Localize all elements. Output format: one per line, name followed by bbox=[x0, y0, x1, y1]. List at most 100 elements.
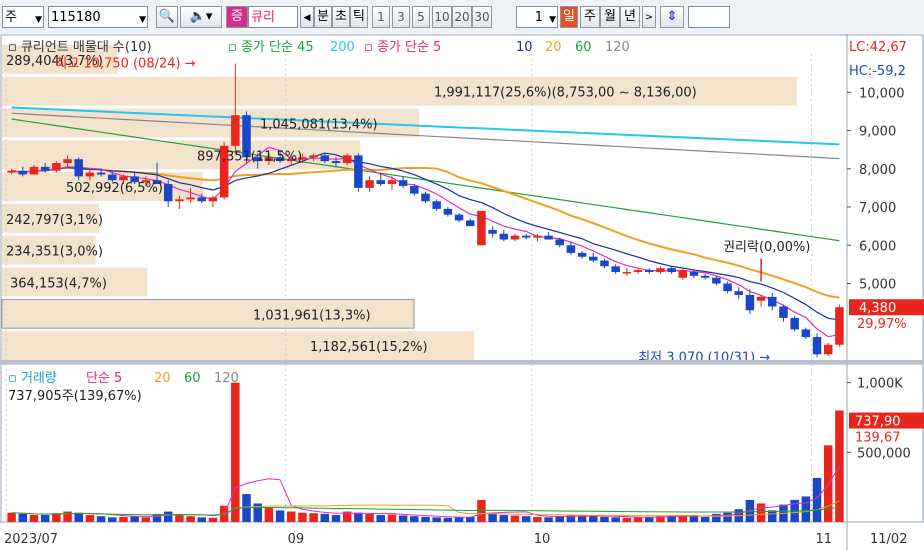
candle-body-9 bbox=[108, 174, 117, 181]
toolbar: 주 ▼ 115180 ▼ 🔍 🔈▾ 증 큐리 ◀ 분 초 틱 1 3 5 10 20… bbox=[0, 0, 924, 35]
candle-body-51 bbox=[577, 252, 587, 257]
stock-name-field[interactable]: 큐리 bbox=[248, 6, 298, 28]
candle-body-5 bbox=[63, 159, 72, 164]
volume-bar-45 bbox=[510, 515, 520, 522]
num-1[interactable]: 1 bbox=[372, 6, 390, 28]
candle-body-7 bbox=[85, 172, 95, 177]
candle-body-46 bbox=[521, 235, 531, 238]
price-tick-label-1: 9,000 bbox=[859, 125, 896, 140]
candle-body-3 bbox=[40, 166, 50, 171]
period-month[interactable]: 월 bbox=[600, 6, 620, 28]
stock-code-input[interactable]: 115180 ▼ bbox=[48, 6, 148, 28]
volume-bar-29 bbox=[331, 515, 341, 522]
volume-bar-73 bbox=[823, 445, 833, 522]
candle-body-39 bbox=[443, 208, 453, 215]
candle-body-1 bbox=[18, 170, 28, 175]
candle-body-37 bbox=[421, 193, 430, 202]
candle-body-20 bbox=[231, 115, 240, 146]
candle-body-63 bbox=[712, 277, 721, 284]
candle-body-41 bbox=[465, 220, 475, 227]
num-1-label: 1 bbox=[377, 10, 385, 24]
price-legend-ma-a: ▫ 종가 단순 45 bbox=[228, 40, 314, 55]
lc-label: LC:42,67 bbox=[849, 40, 907, 55]
candle-body-61 bbox=[689, 272, 699, 276]
candle-body-74 bbox=[835, 307, 844, 345]
panel-separator[interactable] bbox=[0, 360, 924, 364]
candle-body-67 bbox=[756, 296, 766, 301]
stock-code-value: 115180 bbox=[51, 10, 101, 25]
candle-body-36 bbox=[410, 185, 419, 194]
volume-bar-23 bbox=[264, 508, 274, 522]
num-20[interactable]: 20 bbox=[452, 6, 472, 28]
volume-bar-24 bbox=[275, 510, 285, 522]
candle-body-59 bbox=[667, 268, 676, 273]
volume-bar-20 bbox=[231, 382, 240, 522]
volume-bar-71 bbox=[801, 496, 811, 522]
volume-current-tag-pct: 139,67 bbox=[855, 431, 901, 446]
volume-current-label: 737,905주(139,67%) bbox=[8, 389, 142, 404]
volume-bar-64 bbox=[723, 512, 732, 522]
market-select[interactable]: 주 ▼ bbox=[2, 6, 44, 28]
high-annotation: 최고 10,750 (08/24) → bbox=[55, 57, 195, 72]
candle-body-58 bbox=[656, 268, 665, 273]
period-year[interactable]: 년 bbox=[620, 6, 640, 28]
profile-label-4: 502,992(6,5%) bbox=[66, 181, 163, 196]
candle-body-72 bbox=[812, 337, 822, 355]
candle-body-69 bbox=[779, 306, 788, 318]
prev-button[interactable]: ◀ bbox=[300, 6, 314, 28]
volume-bar-12 bbox=[141, 517, 151, 522]
period-tick[interactable]: 틱 bbox=[350, 6, 368, 28]
candle-body-53 bbox=[600, 260, 609, 267]
x-axis-label-4: 11/02 bbox=[870, 532, 907, 547]
volume-bar-36 bbox=[410, 516, 419, 522]
num-30[interactable]: 30 bbox=[472, 6, 492, 28]
candle-body-33 bbox=[376, 180, 386, 185]
price-tick-label-5: 5,000 bbox=[859, 278, 896, 293]
period-month-label: 월 bbox=[604, 9, 616, 24]
updown-button[interactable]: ⇕ bbox=[660, 6, 684, 28]
volume-bar-46 bbox=[521, 516, 531, 522]
period-day[interactable]: 일 bbox=[560, 6, 578, 28]
caret-left-icon: ◀ bbox=[303, 13, 311, 23]
count-select[interactable]: 1 ▼ bbox=[516, 6, 558, 28]
candle-body-31 bbox=[354, 155, 363, 188]
num-20-label: 20 bbox=[454, 10, 470, 24]
chevron-down-icon: ▼ bbox=[35, 15, 42, 25]
count-value: 1 bbox=[534, 10, 543, 25]
period-minute[interactable]: 분 bbox=[314, 6, 332, 28]
candle-body-73 bbox=[823, 344, 833, 355]
volume-bar-44 bbox=[499, 515, 509, 522]
candle-body-71 bbox=[801, 329, 811, 338]
volume-bar-54 bbox=[611, 517, 620, 522]
x-axis-label-3: 11 bbox=[815, 532, 832, 547]
num-10[interactable]: 10 bbox=[432, 6, 452, 28]
volume-bar-2 bbox=[29, 515, 39, 522]
volume-bar-61 bbox=[689, 516, 699, 522]
search-button[interactable]: 🔍 bbox=[156, 6, 178, 28]
candle-body-29 bbox=[331, 161, 341, 164]
badge-button[interactable]: 증 bbox=[226, 6, 248, 28]
rights-annotation: 권리락(0,00%) bbox=[723, 240, 810, 255]
next-button[interactable]: > bbox=[642, 6, 656, 28]
extra-input[interactable] bbox=[688, 6, 730, 28]
volume-bar-47 bbox=[533, 516, 542, 522]
speaker-button[interactable]: 🔈▾ bbox=[180, 6, 222, 28]
volume-bar-27 bbox=[309, 513, 318, 522]
candle-body-54 bbox=[611, 266, 620, 273]
candle-body-66 bbox=[745, 294, 755, 311]
profile-label-6: 234,351(3,0%) bbox=[6, 245, 103, 260]
volume-legend-title: ▫ 거래량 bbox=[8, 371, 57, 386]
volume-bar-28 bbox=[320, 513, 330, 522]
num-5[interactable]: 5 bbox=[412, 6, 430, 28]
num-3[interactable]: 3 bbox=[392, 6, 410, 28]
candle-body-30 bbox=[342, 155, 352, 164]
period-week[interactable]: 주 bbox=[580, 6, 600, 28]
price-legend-ma-b-1: 20 bbox=[545, 40, 562, 55]
candle-body-28 bbox=[320, 155, 330, 162]
volume-bar-38 bbox=[432, 517, 441, 522]
candle-body-18 bbox=[208, 197, 218, 202]
candle-body-47 bbox=[533, 235, 542, 238]
period-second[interactable]: 초 bbox=[332, 6, 350, 28]
profile-label-1: 1,991,117(25,6%)(8,753,00 ~ 8,136,00) bbox=[434, 86, 697, 101]
volume-legend-ma-2: 120 bbox=[214, 371, 239, 386]
